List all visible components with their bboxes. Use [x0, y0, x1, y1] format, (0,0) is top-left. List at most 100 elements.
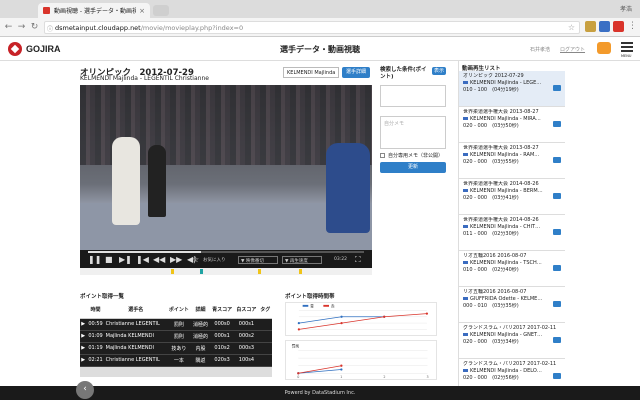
play-icon[interactable] [553, 301, 561, 307]
time-display: 03:22 [334, 257, 347, 262]
step-forward-icon[interactable]: ▶❚ [119, 256, 132, 264]
point-table: 時間 選手名 ポイント 詳細 青スコア 白スコア タグ ▶ 00:59 Christianne … [80, 302, 272, 367]
playlist-item[interactable]: リオ五輪2016 2016-08-07 GIUFFRIDA Odette - KE… [459, 287, 565, 323]
playlist-item[interactable]: グランドスラム・パリ2017 2017-02-11 KELMENDI Majlin… [459, 323, 565, 359]
video-controls: ❚❚ ■ ▶❚ ❚◀ ◀◀ ▶▶ ◀) ☆ お気に入り ▼ 映像番切 ▼ 再生速… [80, 250, 372, 268]
play-icon[interactable] [553, 157, 561, 163]
search-conditions-field[interactable] [380, 85, 446, 107]
hamburger-menu-icon[interactable]: MENU [621, 42, 633, 58]
playlist-item-line: KELMENDI Majlinda - BERM… [463, 188, 561, 195]
playlist-item[interactable]: 世界柔道選手権大会 2014-08-26 KELMENDI Majlinda - … [459, 215, 565, 251]
flag-icon [463, 117, 468, 120]
table-cell: 01:19 [86, 342, 105, 355]
url-input[interactable]: ⓘ dsmetainput.cloudapp.net/movie/moviepl… [44, 21, 580, 34]
flag-icon [463, 297, 468, 300]
step-back-icon[interactable]: ❚◀ [136, 256, 149, 264]
point-timeline[interactable] [80, 268, 372, 275]
playlist-item-line: 世界柔道選手権大会 2013-08-27 [463, 145, 561, 152]
playlist-item[interactable]: オリンピック 2012-07-29 KELMENDI Majlinda - LEG… [459, 71, 565, 107]
timeline-mark[interactable] [299, 269, 302, 274]
play-icon[interactable] [553, 229, 561, 235]
chat-icon[interactable] [597, 42, 611, 54]
page-info-icon[interactable]: ⓘ [47, 24, 53, 33]
playlist-item[interactable]: 世界柔道選手権大会 2013-08-27 KELMENDI Majlinda - … [459, 107, 565, 143]
table-row[interactable]: ▶ 02:21 Christianne LEGENTIL 一本 隅返 020s3 100s4 [80, 354, 272, 367]
fast-forward-icon[interactable]: ▶▶ [170, 256, 182, 264]
back-arrow-icon[interactable]: ← [3, 22, 14, 32]
table-row[interactable]: ▶ 01:19 Majlinda KELMENDI 技あり 内股 010s2 000s3 [80, 342, 272, 355]
table-cell: Christianne LEGENTIL [104, 318, 167, 331]
stop-icon[interactable]: ■ [105, 256, 113, 264]
playlist-item-line: KELMENDI Majlinda - LEGE… [463, 80, 561, 87]
point-table-scrollbar[interactable] [80, 367, 272, 377]
table-row[interactable]: ▶ 00:59 Christianne LEGENTIL 罰則 消極的 000s0 000s… [80, 318, 272, 331]
play-icon[interactable] [553, 373, 561, 379]
playlist-item-text: 020 - 000 (03分41秒) [463, 195, 519, 201]
table-cell: Majlinda KELMENDI [104, 330, 167, 343]
playlist-item-line: リオ五輪2016 2016-08-07 [463, 253, 561, 260]
private-memo-checkbox[interactable]: 自分専用メモ（非公開） [380, 152, 443, 159]
table-cell: 000s1 [209, 330, 235, 343]
speed-select[interactable]: ▼ 再生速度 [282, 256, 322, 264]
table-cell: 02:21 [86, 354, 105, 367]
playlist-item-line: 011 - 000 (02分30秒) [463, 231, 561, 238]
play-icon[interactable] [553, 337, 561, 343]
playlist-item-line: 010 - 100 (04分19秒) [463, 87, 561, 94]
progress-bar[interactable] [88, 251, 364, 253]
logout-link[interactable]: ログアウト [560, 46, 585, 53]
timeline-mark[interactable] [258, 269, 262, 274]
video-player[interactable]: ❚❚ ■ ▶❚ ❚◀ ◀◀ ▶▶ ◀) ☆ お気に入り ▼ 映像番切 ▼ 再生速… [80, 85, 372, 268]
player-detail-button[interactable]: 選手詳細 [342, 67, 370, 78]
legend-label: 青 [310, 304, 314, 309]
playlist-item-text: 011 - 000 (02分30秒) [463, 231, 519, 237]
favorite-star-icon[interactable]: ☆ [192, 256, 199, 264]
playlist-item-text: 020 - 000 (03分55秒) [463, 159, 519, 165]
show-button[interactable]: 表示 [432, 67, 446, 75]
forward-arrow-icon[interactable]: → [16, 22, 27, 32]
reload-icon[interactable]: ↻ [29, 22, 40, 32]
play-icon[interactable] [553, 121, 561, 127]
update-button[interactable]: 更新 [380, 162, 446, 173]
checkbox-box[interactable] [380, 153, 385, 158]
play-icon[interactable] [553, 265, 561, 271]
browser-profile[interactable]: 孝浩 [620, 4, 632, 13]
extension-icon[interactable] [613, 21, 624, 32]
playlist-item-line: 010 - 000 (02分40秒) [463, 267, 561, 274]
playlist-item[interactable]: 世界柔道選手権大会 2014-08-26 KELMENDI Majlinda - … [459, 179, 565, 215]
penalty-time-chart: 罰則 0 1 2 3 [285, 340, 437, 380]
back-button[interactable]: ‹ [76, 381, 94, 399]
playlist-item-line: KELMENDI Majlinda - RAM… [463, 152, 561, 159]
table-cell: 隅返 [191, 354, 210, 367]
tab-close-icon[interactable]: × [139, 7, 145, 15]
memo-textarea[interactable]: 自分メモ [380, 116, 446, 149]
bookmark-star-icon[interactable]: ☆ [568, 23, 575, 32]
point-table-title: ポイント取得一覧 [80, 294, 125, 300]
timeline-mark[interactable] [199, 269, 203, 274]
playlist-item[interactable]: リオ五輪2016 2016-08-07 KELMENDI Majlinda - T… [459, 251, 565, 287]
table-row[interactable]: ▶ 01:09 Majlinda KELMENDI 罰則 消極的 000s1 000s2 [80, 330, 272, 343]
private-memo-label: 自分専用メモ（非公開） [388, 153, 444, 159]
scene-select[interactable]: ▼ 映像番切 [238, 256, 278, 264]
browser-menu-icon[interactable]: ⋮ [627, 21, 638, 31]
playlist-item-text: 010 - 100 (04分19秒) [463, 87, 519, 93]
playlist-item-text: KELMENDI Majlinda - RAM… [470, 152, 540, 158]
timeline-mark[interactable] [170, 269, 174, 274]
playlist-item-line: KELMENDI Majlinda - CHIT… [463, 224, 561, 231]
fullscreen-icon[interactable]: ⛶ [355, 256, 361, 264]
series-line-1 [298, 365, 342, 374]
data-point [425, 312, 429, 315]
play-icon[interactable] [553, 85, 561, 91]
legend-swatch [302, 304, 309, 307]
judoka-blue [326, 143, 370, 233]
play-icon[interactable] [553, 193, 561, 199]
pause-icon[interactable]: ❚❚ [88, 256, 101, 264]
site-favicon-icon [43, 7, 50, 14]
extension-icon[interactable] [599, 21, 610, 32]
browser-tab[interactable]: 動画視聴 - 選手データ・動画視聴 × [38, 3, 150, 18]
new-tab-button[interactable] [153, 5, 169, 16]
playlist-item[interactable]: 世界柔道選手権大会 2013-08-27 KELMENDI Majlinda - … [459, 143, 565, 179]
extension-icon[interactable] [585, 21, 596, 32]
rewind-icon[interactable]: ◀◀ [153, 256, 165, 264]
favorite-label[interactable]: お気に入り [203, 257, 226, 263]
player-select[interactable]: KELMENDI Majlinda [283, 67, 339, 78]
